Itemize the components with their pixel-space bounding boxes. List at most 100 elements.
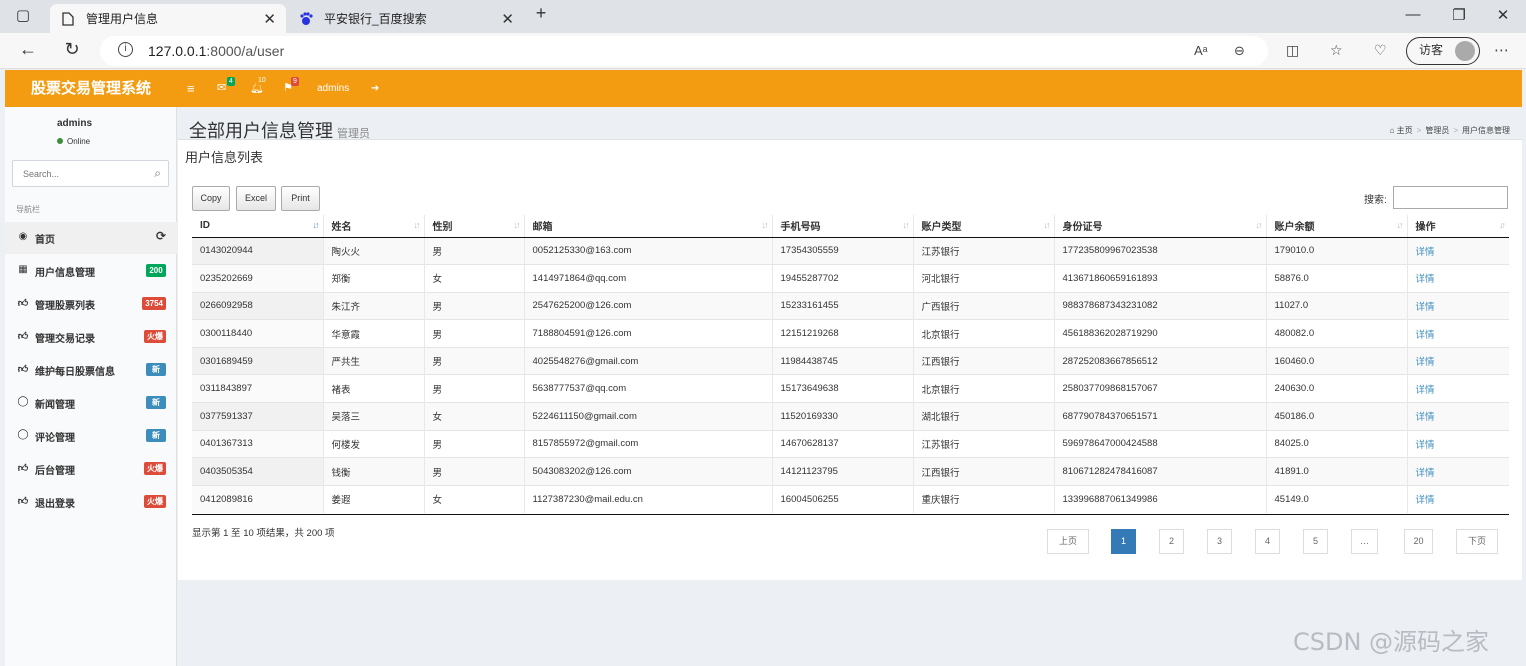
cell-email: 7188804591@126.com xyxy=(523,319,772,348)
close-window-icon[interactable]: ✕ xyxy=(1488,6,1518,24)
details-link[interactable]: 详情 xyxy=(1416,468,1435,479)
read-aloud-icon[interactable]: Aᵃ xyxy=(1194,43,1208,58)
close-tab-icon[interactable]: ✕ xyxy=(501,10,514,28)
back-icon[interactable]: ← xyxy=(16,39,40,60)
sidebar-toggle-icon[interactable]: ▢ xyxy=(8,6,38,24)
sidebar-item-logout[interactable]: 👍︎ 退出登录 火爆 xyxy=(5,486,177,518)
cell-name: 严共生 xyxy=(322,346,424,375)
cell-id-number: 988378687343231082 xyxy=(1053,291,1266,320)
restore-icon[interactable]: ❐ xyxy=(1444,6,1474,24)
sidebar-search-input[interactable] xyxy=(13,161,141,186)
logout-icon[interactable]: ➜ xyxy=(371,70,379,107)
more-icon[interactable]: ⋯ xyxy=(1494,41,1509,59)
browser-essentials-icon[interactable]: ♡ xyxy=(1374,42,1387,59)
details-link[interactable]: 详情 xyxy=(1416,330,1435,341)
favorites-icon[interactable]: ☆ xyxy=(1330,42,1343,59)
search-icon[interactable]: ⌕ xyxy=(154,166,161,181)
details-link[interactable]: 详情 xyxy=(1416,357,1435,368)
minimize-icon[interactable]: — xyxy=(1398,6,1428,23)
flag-icon[interactable]: ⚑ xyxy=(283,70,293,107)
cell-gender: 女 xyxy=(423,264,524,293)
sidebar-item-user-info[interactable]: ▦ 用户信息管理 200 xyxy=(5,255,177,287)
cell-gender: 男 xyxy=(423,374,524,403)
print-button[interactable]: Print xyxy=(281,186,320,211)
reload-icon[interactable]: ↻ xyxy=(60,39,84,60)
cell-phone: 16004506255 xyxy=(771,484,913,513)
cell-action: 详情 xyxy=(1406,429,1509,458)
url-field[interactable]: i 127.0.0.1:8000/a/user Aᵃ ⊖ xyxy=(100,36,1268,66)
details-link[interactable]: 详情 xyxy=(1416,440,1435,451)
cell-balance: 84025.0 xyxy=(1265,429,1407,458)
cell-id-number: 687790784370651571 xyxy=(1053,402,1266,431)
sidebar-badge: 新 xyxy=(146,429,166,442)
column-header-gender[interactable]: 性别 ↓↑ xyxy=(423,215,524,238)
column-header-account-type[interactable]: 账户类型 ↓↑ xyxy=(912,215,1054,238)
column-header-name[interactable]: 姓名 ↓↑ xyxy=(322,215,424,238)
column-header-id[interactable]: ID ↓↑ xyxy=(192,215,323,238)
brand-logo[interactable]: 股票交易管理系统 xyxy=(5,70,177,107)
column-header-email[interactable]: 邮箱 ↓↑ xyxy=(523,215,772,238)
mail-icon[interactable]: ✉ xyxy=(217,70,226,107)
sidebar-badge: 3754 xyxy=(142,297,166,310)
browser-tab[interactable]: 平安银行_百度搜索 ✕ xyxy=(288,4,524,33)
table-row: 0143020944 陶火火男 0052125330@163.com 17354305… xyxy=(192,236,1509,265)
page-icon xyxy=(60,11,76,27)
sidebar-item-daily-stock[interactable]: 👍︎ 维护每日股票信息 新 xyxy=(5,354,177,386)
table-search-input[interactable] xyxy=(1393,186,1508,209)
cell-name: 郑衡 xyxy=(322,264,424,293)
cell-id: 0266092958 xyxy=(192,291,323,320)
prev-page-button[interactable]: 上页 xyxy=(1047,529,1089,554)
breadcrumb-admin[interactable]: 管理员 xyxy=(1425,126,1449,135)
split-screen-icon[interactable]: ◫ xyxy=(1286,42,1299,59)
header-username[interactable]: admins xyxy=(317,70,349,107)
page-button[interactable]: 20 xyxy=(1404,529,1433,554)
cell-gender: 女 xyxy=(423,402,524,431)
page-button[interactable]: 3 xyxy=(1207,529,1232,554)
cell-account-type: 湖北银行 xyxy=(912,402,1054,431)
profile-button[interactable]: 访客 xyxy=(1406,37,1480,65)
details-link[interactable]: 详情 xyxy=(1416,274,1435,285)
table-bottom-border xyxy=(192,514,1509,515)
online-dot-icon xyxy=(57,138,63,144)
table-row: 0377591337 吴落三女 5224611150@gmail.com 115201… xyxy=(192,402,1509,431)
sidebar-item-trades[interactable]: 👍︎ 管理交易记录 火爆 xyxy=(5,321,177,353)
next-page-button[interactable]: 下页 xyxy=(1456,529,1498,554)
browser-tab-bar: ▢ 管理用户信息 ✕ 平安银行_百度搜索 ✕ + — ❐ ✕ xyxy=(0,0,1526,33)
sidebar-item-backend[interactable]: 👍︎ 后台管理 火爆 xyxy=(5,453,177,485)
cell-id: 0412089816 xyxy=(192,484,323,513)
browser-tab-active[interactable]: 管理用户信息 ✕ xyxy=(50,4,286,33)
sidebar-item-home[interactable]: ◉ 首页 ⟳ xyxy=(5,222,177,254)
column-header-action[interactable]: 操作 ↓↑ xyxy=(1406,215,1509,238)
page-button[interactable]: 4 xyxy=(1255,529,1280,554)
zoom-icon[interactable]: ⊖ xyxy=(1234,43,1245,59)
page-button[interactable]: 5 xyxy=(1303,529,1328,554)
page-button-current[interactable]: 1 xyxy=(1111,529,1136,554)
excel-button[interactable]: Excel xyxy=(236,186,276,211)
copy-button[interactable]: Copy xyxy=(192,186,230,211)
cell-gender: 男 xyxy=(423,346,524,375)
column-header-balance[interactable]: 账户余额 ↓↑ xyxy=(1265,215,1407,238)
cell-account-type: 河北银行 xyxy=(912,264,1054,293)
cell-phone: 14121123795 xyxy=(771,457,913,486)
details-link[interactable]: 详情 xyxy=(1416,247,1435,258)
sidebar: admins Online ⌕ 导航栏 ◉ 首页 ⟳ ▦ 用户信息管理 200 … xyxy=(5,107,177,666)
details-link[interactable]: 详情 xyxy=(1416,302,1435,313)
site-info-icon[interactable]: i xyxy=(118,42,133,57)
column-header-id-number[interactable]: 身份证号 ↓↑ xyxy=(1053,215,1266,238)
details-link[interactable]: 详情 xyxy=(1416,412,1435,423)
cell-account-type: 重庆银行 xyxy=(912,484,1054,513)
details-link[interactable]: 详情 xyxy=(1416,495,1435,506)
new-tab-icon[interactable]: + xyxy=(526,3,556,24)
details-link[interactable]: 详情 xyxy=(1416,385,1435,396)
menu-toggle-icon[interactable]: ≡ xyxy=(187,70,195,107)
sidebar-item-comments[interactable]: ◯ 评论管理 新 xyxy=(5,420,177,452)
grid-icon: ▦ xyxy=(18,264,28,275)
cell-balance: 240630.0 xyxy=(1265,374,1407,403)
sidebar-item-stocks[interactable]: 👍︎ 管理股票列表 3754 xyxy=(5,288,177,320)
breadcrumb-home[interactable]: 主页 xyxy=(1397,126,1413,135)
cell-action: 详情 xyxy=(1406,484,1509,513)
close-tab-icon[interactable]: ✕ xyxy=(263,10,276,28)
page-button[interactable]: 2 xyxy=(1159,529,1184,554)
column-header-phone[interactable]: 手机号码 ↓↑ xyxy=(771,215,913,238)
sidebar-item-news[interactable]: ◯ 新闻管理 新 xyxy=(5,387,177,419)
